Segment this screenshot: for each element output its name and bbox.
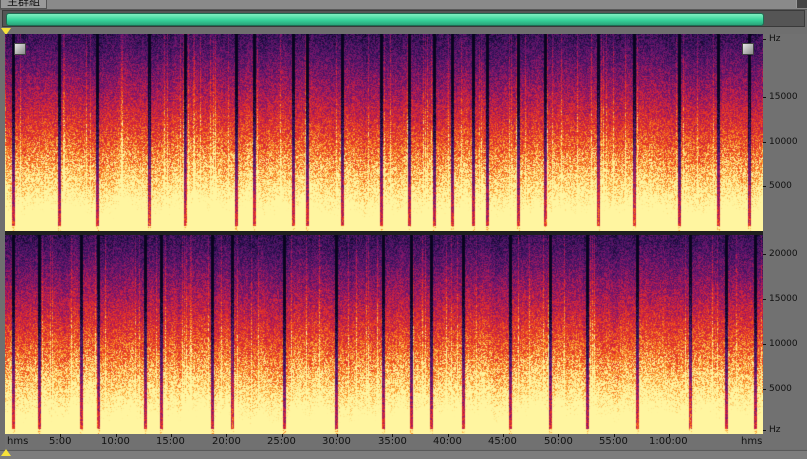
time-tick-label: 15:00 xyxy=(156,436,185,447)
time-tick-label: 20:00 xyxy=(212,436,241,447)
frequency-tick-label: 15000 xyxy=(769,92,798,102)
time-tick-label: 10:00 xyxy=(101,436,130,447)
panel-menu-icon[interactable] xyxy=(796,0,807,8)
frequency-tick-label: Hz xyxy=(769,34,781,44)
time-tick-label: 40:00 xyxy=(433,436,462,447)
frequency-tick xyxy=(763,430,766,431)
frequency-tick xyxy=(763,186,766,187)
frequency-tick xyxy=(763,142,766,143)
frequency-ruler[interactable]: Hz 15000 10000 5000 20000 15000 10000 5000 Hz xyxy=(763,34,807,435)
time-tick-label: 5:00 xyxy=(49,436,72,447)
frequency-tick-label: 5000 xyxy=(769,384,792,394)
time-tick-label: 35:00 xyxy=(378,436,407,447)
time-tick-label: 25:00 xyxy=(267,436,296,447)
frequency-tick xyxy=(763,97,766,98)
time-tick-label: 30:00 xyxy=(322,436,351,447)
time-unit-right: hms xyxy=(741,436,763,447)
spectrogram-channel-top[interactable] xyxy=(5,34,763,231)
ruler-corner xyxy=(763,434,807,449)
frequency-tick-label: 20000 xyxy=(769,249,798,259)
frequency-tick-label: 15000 xyxy=(769,294,798,304)
title-strip: 主群組 xyxy=(0,0,807,10)
spectrogram-channel-bottom[interactable] xyxy=(5,235,763,434)
group-tab-label: 主群組 xyxy=(7,0,40,8)
overview-range-thumb[interactable] xyxy=(6,13,764,26)
time-tick-label: 1:00:00 xyxy=(649,436,688,447)
frequency-tick xyxy=(763,389,766,390)
time-tick-label: 45:00 xyxy=(488,436,517,447)
time-ruler[interactable]: hms hms 5:00 10:00 15:00 20:00 25:00 30:00 35:… xyxy=(5,434,763,449)
zoom-handle-left-icon[interactable] xyxy=(14,43,26,55)
frequency-tick xyxy=(763,299,766,300)
spectral-view[interactable] xyxy=(5,34,763,434)
zoom-handle-right-icon[interactable] xyxy=(742,43,754,55)
frequency-tick xyxy=(763,39,766,40)
time-unit-left: hms xyxy=(7,436,29,447)
frequency-tick xyxy=(763,344,766,345)
time-tick-label: 55:00 xyxy=(599,436,628,447)
frequency-tick xyxy=(763,254,766,255)
frequency-tick-label: 5000 xyxy=(769,181,792,191)
overview-scrollbar[interactable] xyxy=(2,10,805,27)
frequency-tick-label: 10000 xyxy=(769,137,798,147)
frequency-tick-label: 10000 xyxy=(769,339,798,349)
group-tab[interactable]: 主群組 xyxy=(0,0,47,9)
end-marker-icon[interactable] xyxy=(1,449,11,456)
time-tick-label: 50:00 xyxy=(544,436,573,447)
